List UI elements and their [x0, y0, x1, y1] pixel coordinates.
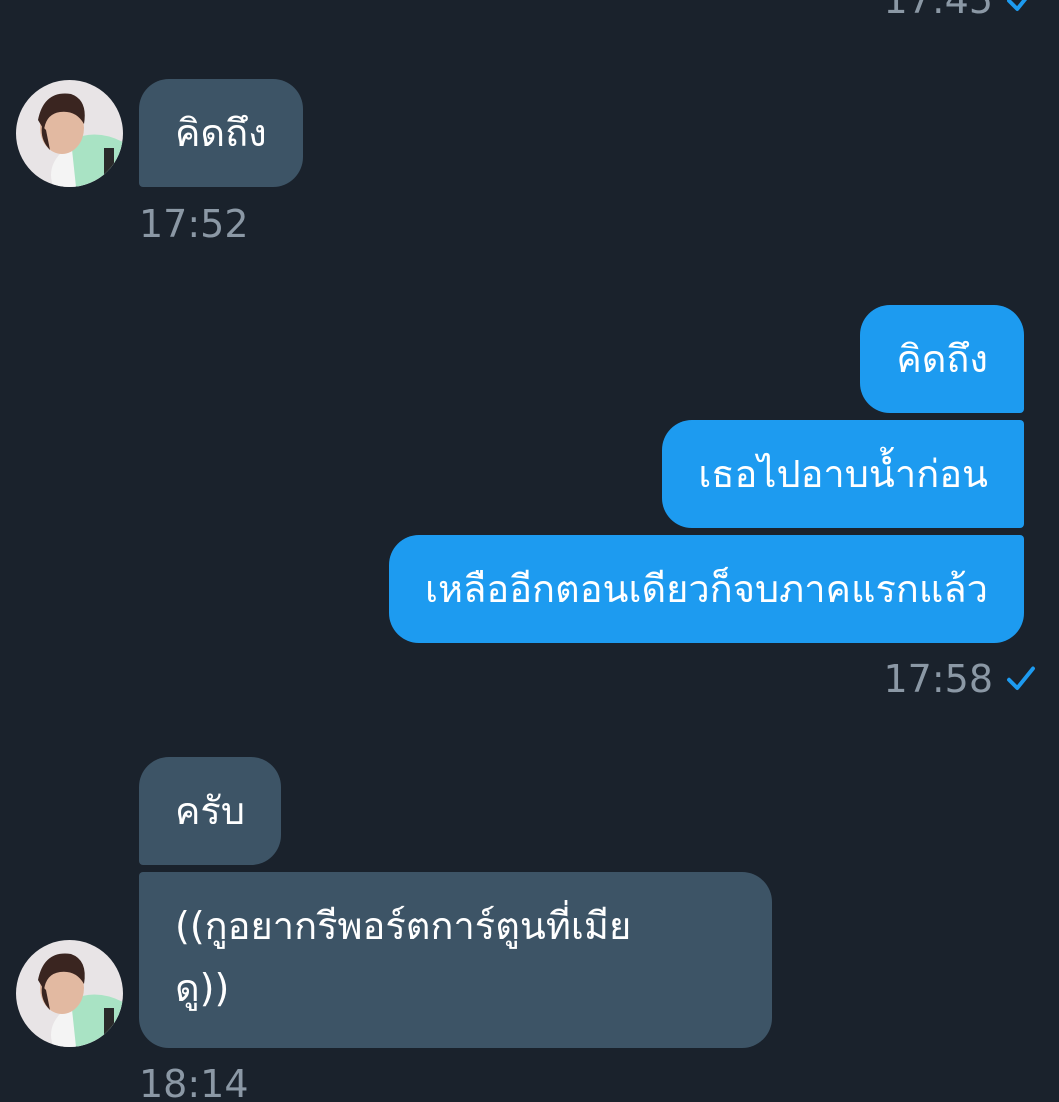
chat-thread: 17:45 คิดถึง 17:52 คิดถึง เธอไปอาบน้ำก่อ…: [0, 0, 1059, 1102]
outgoing-message-bubble[interactable]: เธอไปอาบน้ำก่อน: [662, 420, 1024, 528]
user-avatar-photo: [16, 940, 123, 1047]
message-timestamp: 17:58: [883, 657, 993, 701]
avatar[interactable]: [16, 940, 123, 1047]
avatar[interactable]: [16, 80, 123, 187]
message-text: คิดถึง: [896, 337, 988, 381]
message-text: เหลืออีกตอนเดียวก็จบภาคแรกแล้ว: [425, 567, 988, 611]
check-icon: [1007, 666, 1035, 690]
message-text-line: ((กูอยากรีพอร์ตการ์ตูนที่เมีย: [175, 904, 632, 948]
message-text: คิดถึง: [175, 111, 267, 155]
incoming-message-bubble[interactable]: คิดถึง: [139, 79, 303, 187]
message-text-line: ดู)): [175, 966, 230, 1010]
message-timestamp: 18:14: [139, 1062, 249, 1102]
check-icon: [1007, 0, 1028, 11]
message-text: ครับ: [175, 789, 245, 833]
incoming-message-bubble[interactable]: ครับ: [139, 757, 281, 865]
message-timestamp: 17:45: [883, 0, 993, 22]
outgoing-message-bubble[interactable]: เหลืออีกตอนเดียวก็จบภาคแรกแล้ว: [389, 535, 1024, 643]
message-text: เธอไปอาบน้ำก่อน: [698, 452, 988, 496]
incoming-message-bubble[interactable]: ((กูอยากรีพอร์ตการ์ตูนที่เมีย ดู)): [139, 872, 772, 1048]
user-avatar-photo: [16, 80, 123, 187]
outgoing-message-bubble[interactable]: คิดถึง: [860, 305, 1024, 413]
message-timestamp: 17:52: [139, 202, 249, 246]
